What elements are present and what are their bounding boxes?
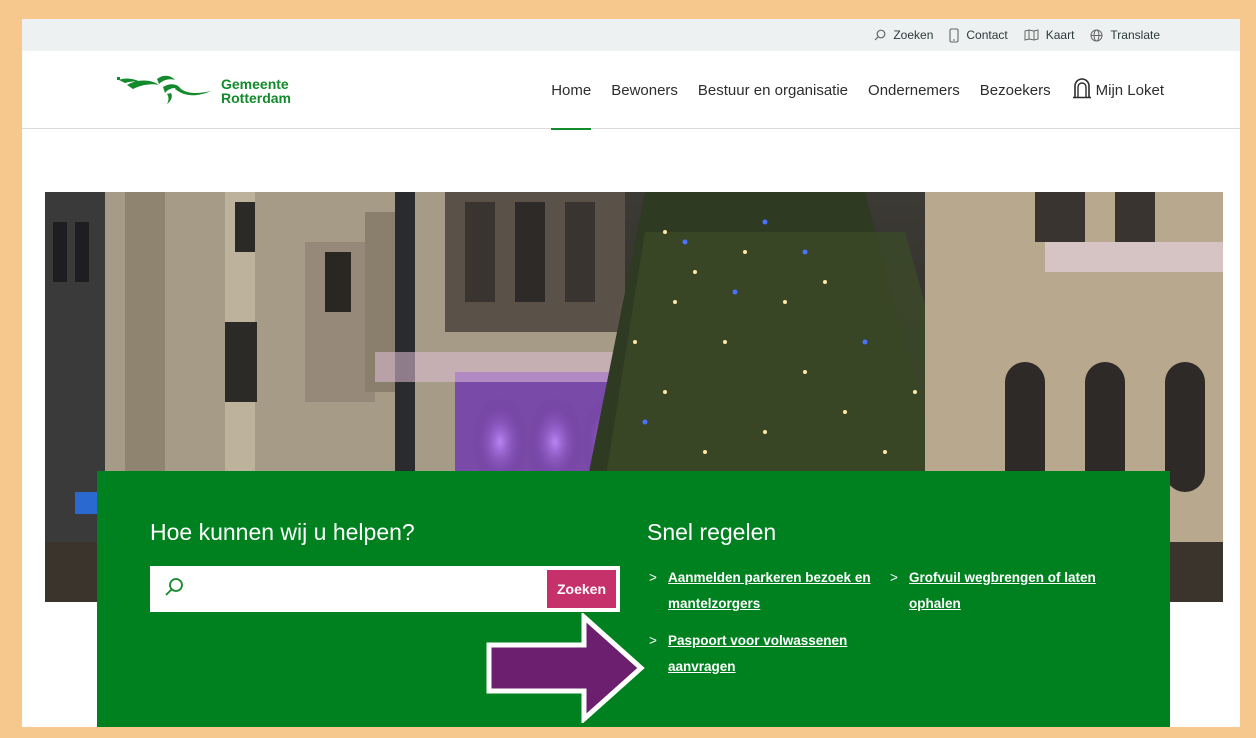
- nav-bezoekers[interactable]: Bezoekers: [980, 51, 1051, 129]
- help-title: Hoe kunnen wij u helpen?: [150, 519, 415, 545]
- site-logo[interactable]: Gemeente Rotterdam: [117, 71, 291, 110]
- globe-icon: [1090, 29, 1103, 42]
- nav-home[interactable]: Home: [551, 51, 592, 130]
- utility-translate-label: Translate: [1110, 28, 1160, 42]
- utility-search-label: Zoeken: [893, 28, 934, 42]
- utility-bar: Zoeken Contact Kaart Translate: [22, 19, 1240, 51]
- main-navigation: Home Bewoners Bestuur en organisatie Ond…: [551, 51, 1164, 130]
- search-box: Zoeken: [150, 566, 620, 612]
- chevron-right-icon: >: [649, 633, 657, 648]
- map-icon: [1024, 29, 1039, 41]
- utility-contact-link[interactable]: Contact: [949, 27, 1008, 43]
- nav-bestuur[interactable]: Bestuur en organisatie: [698, 51, 848, 129]
- logo-text: Gemeente Rotterdam: [221, 77, 291, 105]
- quick-link-parkeren[interactable]: > Aanmelden parkeren bezoek en mantelzor…: [649, 565, 878, 617]
- utility-search-link[interactable]: Zoeken: [874, 28, 933, 42]
- nav-ondernemers[interactable]: Ondernemers: [868, 51, 960, 129]
- loket-icon: [1071, 77, 1093, 103]
- quick-link-parkeren-label: Aanmelden parkeren bezoek en mantelzorge…: [668, 570, 871, 611]
- search-input[interactable]: [194, 566, 547, 612]
- rotterdam-logo-icon: [117, 71, 213, 110]
- logo-line-2: Rotterdam: [221, 89, 292, 106]
- search-submit-button[interactable]: Zoeken: [547, 570, 616, 608]
- quick-link-grofvuil-label: Grofvuil wegbrengen of laten ophalen: [909, 570, 1096, 611]
- phone-icon: [949, 27, 959, 43]
- annotation-arrow-icon: [486, 611, 646, 728]
- utility-map-label: Kaart: [1045, 28, 1075, 42]
- snel-regelen-title: Snel regelen: [647, 519, 777, 545]
- utility-contact-label: Contact: [966, 28, 1008, 42]
- utility-map-link[interactable]: Kaart: [1024, 28, 1075, 42]
- chevron-right-icon: >: [649, 570, 657, 585]
- nav-mijn-loket[interactable]: Mijn Loket: [1071, 51, 1164, 129]
- nav-bewoners[interactable]: Bewoners: [611, 51, 678, 129]
- search-icon: [164, 577, 184, 602]
- logo-line-1: Gemeente: [221, 75, 289, 92]
- nav-mijn-loket-label: Mijn Loket: [1095, 81, 1164, 99]
- chevron-right-icon: >: [890, 570, 898, 585]
- utility-translate-link[interactable]: Translate: [1090, 28, 1160, 42]
- search-icon: [874, 29, 886, 41]
- quick-link-paspoort-label: Paspoort voor volwassenen aanvragen: [668, 633, 848, 674]
- quick-link-paspoort[interactable]: > Paspoort voor volwassenen aanvragen: [649, 628, 878, 680]
- site-header: Gemeente Rotterdam Home Bewoners Bestuur…: [22, 51, 1240, 130]
- quick-link-grofvuil[interactable]: > Grofvuil wegbrengen of laten ophalen: [890, 565, 1119, 617]
